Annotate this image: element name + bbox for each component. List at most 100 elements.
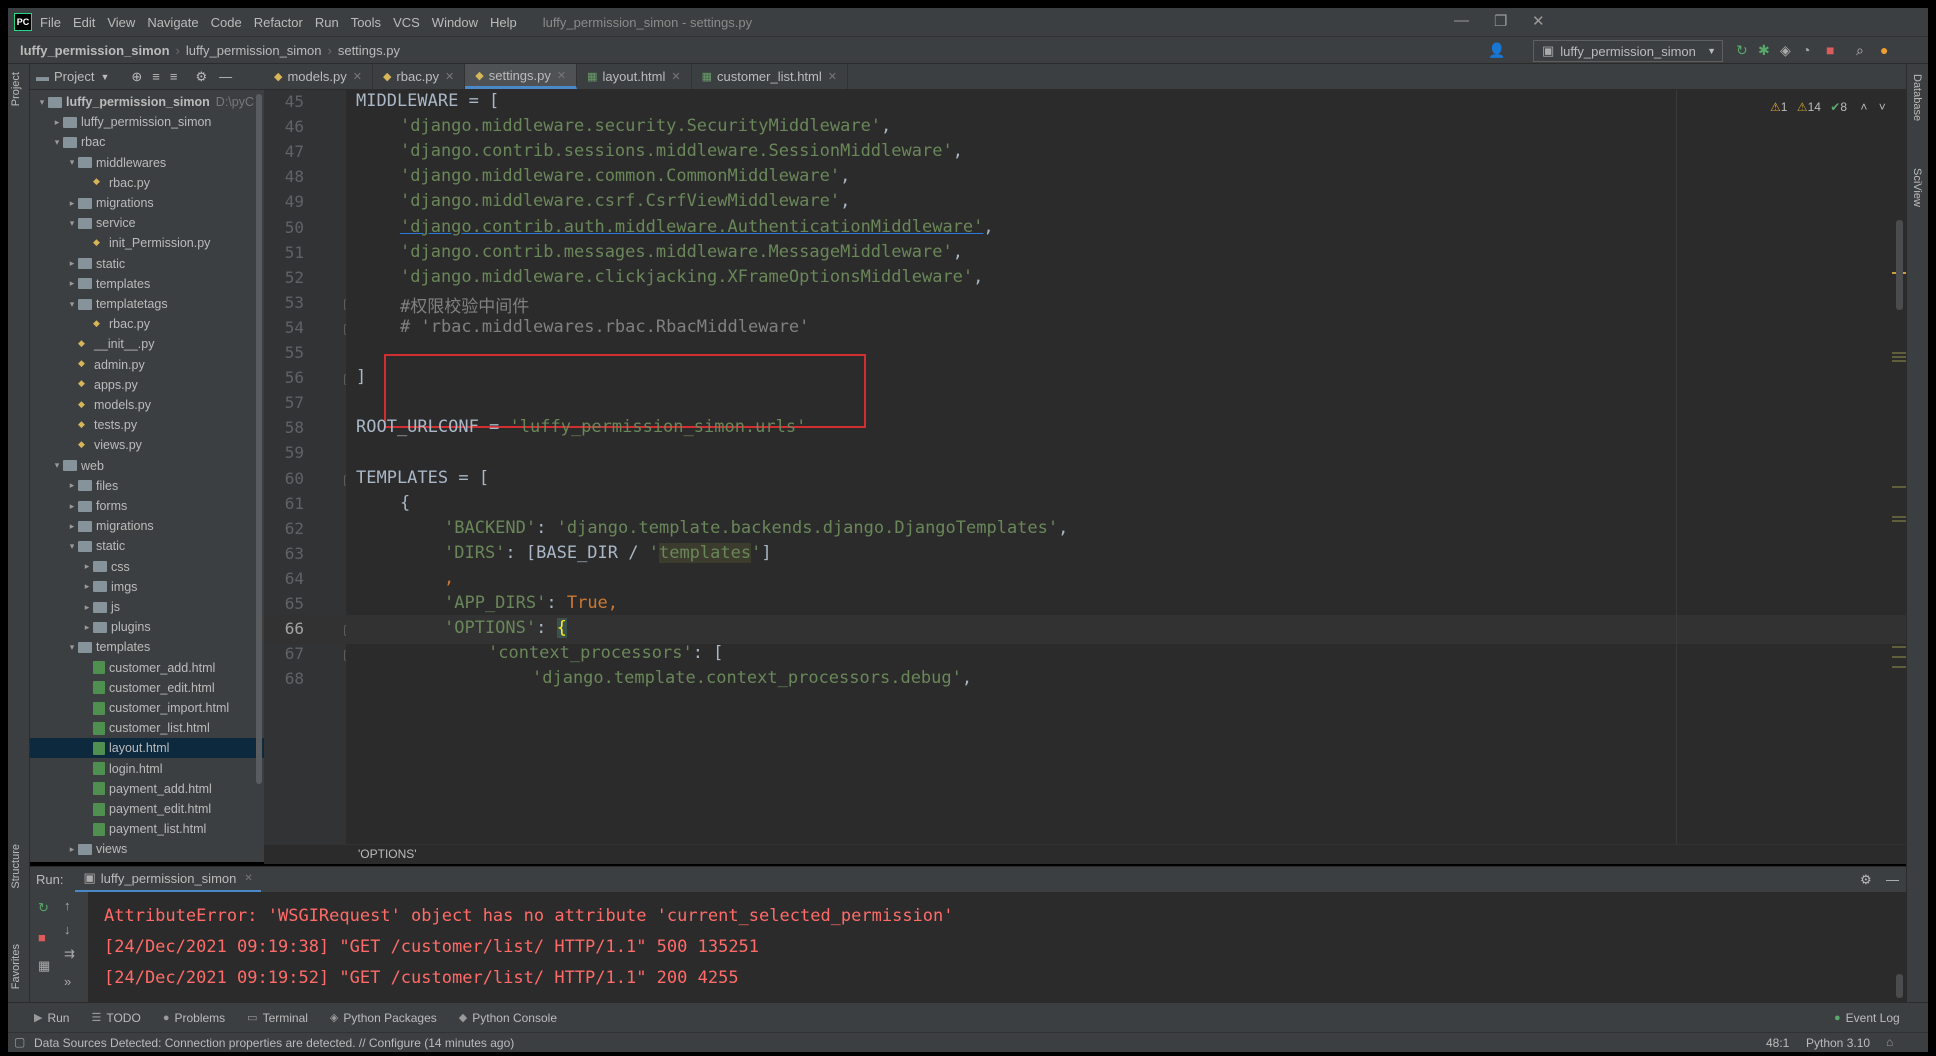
status-message[interactable]: Data Sources Detected: Connection proper… — [34, 1036, 514, 1050]
editor-scrollbar[interactable] — [1896, 220, 1903, 310]
close-icon[interactable]: ✕ — [353, 70, 362, 83]
chevron-right-icon[interactable]: ▸ — [81, 561, 93, 572]
rerun-icon[interactable]: ↻ — [1736, 42, 1748, 59]
run-config-select[interactable]: ▣ luffy_permission_simon ▼ — [1533, 40, 1723, 62]
arrow-down-icon[interactable]: ↓ — [64, 922, 71, 937]
tree-item[interactable]: ◆ tests.py — [30, 415, 264, 435]
menu-window[interactable]: Window — [432, 15, 478, 30]
tree-item[interactable]: ▸ templates — [30, 274, 264, 294]
collapse-all-icon[interactable]: ≡ — [170, 69, 178, 84]
tree-item[interactable]: ▸ js — [30, 597, 264, 617]
close-icon[interactable]: ✕ — [557, 69, 566, 82]
structure-tool-tab[interactable]: Structure — [10, 844, 22, 889]
chevron-down-icon[interactable]: ▾ — [36, 97, 48, 108]
chevron-right-icon[interactable]: ▸ — [81, 622, 93, 633]
database-tool-tab[interactable]: Database — [1911, 74, 1923, 121]
chevron-down-icon[interactable]: ▾ — [66, 157, 78, 168]
menu-code[interactable]: Code — [211, 15, 242, 30]
layout-icon[interactable]: ▢ — [14, 1035, 25, 1049]
tree-item[interactable]: payment_add.html — [30, 779, 264, 799]
tree-item[interactable]: ◆__init__.py — [30, 860, 264, 862]
tree-item[interactable]: customer_add.html — [30, 658, 264, 678]
chevron-right-icon[interactable]: ▸ — [66, 521, 78, 532]
event-log-tool-tab[interactable]: ● Event Log — [1834, 1011, 1900, 1025]
error-stripe-mark[interactable] — [1892, 666, 1906, 668]
soft-wrap-icon[interactable]: ⇉ — [64, 946, 75, 962]
menu-help[interactable]: Help — [490, 15, 517, 30]
close-icon[interactable]: ✕ — [445, 70, 454, 83]
todo-tool-tab[interactable]: ☰ TODO — [91, 1011, 140, 1025]
terminal-tool-tab[interactable]: ▭ Terminal — [247, 1011, 308, 1025]
menu-view[interactable]: View — [107, 15, 135, 30]
tree-item[interactable]: ◆ apps.py — [30, 375, 264, 395]
debug-icon[interactable]: ✱ — [1758, 42, 1770, 59]
tree-item[interactable]: ◆ models.py — [30, 395, 264, 415]
chevron-right-icon[interactable]: ▸ — [81, 602, 93, 613]
chevron-right-icon[interactable]: ▸ — [66, 198, 78, 209]
tree-item[interactable]: ▸ forms — [30, 496, 264, 516]
chevron-down-icon[interactable]: ▾ — [66, 218, 78, 229]
tab-layout-html[interactable]: ▦ layout.html ✕ — [577, 64, 692, 89]
run-console[interactable]: AttributeError: 'WSGIRequest' object has… — [88, 892, 1906, 1002]
profile-icon[interactable]: ◔ — [1802, 42, 1810, 58]
coverage-icon[interactable]: ◈ — [1780, 42, 1791, 59]
tree-item[interactable]: ▾ static — [30, 536, 264, 556]
run-tab[interactable]: ▣ luffy_permission_simon ✕ — [75, 867, 261, 893]
tab-customer_list-html[interactable]: ▦ customer_list.html ✕ — [692, 64, 848, 89]
editor-breadcrumb[interactable]: 'OPTIONS' — [264, 844, 1906, 864]
tree-item[interactable]: ▸ static — [30, 254, 264, 274]
interpreter-status[interactable]: Python 3.10 — [1806, 1036, 1870, 1050]
close-icon[interactable]: ✕ — [828, 70, 837, 83]
tree-item[interactable]: ◆ rbac.py — [30, 314, 264, 334]
chevron-right-icon[interactable]: ▸ — [81, 581, 93, 592]
expand-all-icon[interactable]: ≡ — [152, 69, 160, 84]
close-icon[interactable]: ✕ — [671, 70, 680, 83]
run-tool-tab[interactable]: ▶ Run — [34, 1011, 69, 1025]
chevron-right-icon[interactable]: ▸ — [66, 844, 78, 855]
chevron-down-icon[interactable]: ▼ — [100, 72, 109, 82]
tree-item[interactable]: ▸ views — [30, 839, 264, 859]
menu-run[interactable]: Run — [315, 15, 339, 30]
console-scrollbar[interactable] — [1896, 974, 1903, 998]
chevron-down-icon[interactable]: ▾ — [51, 137, 63, 148]
tree-item[interactable]: ▸ luffy_permission_simon — [30, 112, 264, 132]
chevron-right-icon[interactable]: ▸ — [66, 278, 78, 289]
minimize-icon[interactable]: — — [1454, 12, 1469, 29]
python-console-tool-tab[interactable]: ◆ Python Console — [459, 1011, 557, 1025]
menu-refactor[interactable]: Refactor — [254, 15, 303, 30]
chevron-down-icon[interactable]: ▾ — [66, 299, 78, 310]
tree-item[interactable]: ◆__init__.py — [30, 334, 264, 354]
tree-item[interactable]: ▾ luffy_permission_simon D:\pyC — [30, 92, 264, 112]
tab-models-py[interactable]: ◆ models.py ✕ — [264, 64, 373, 89]
stop-icon[interactable]: ■ — [38, 930, 46, 945]
project-tool-tab[interactable]: Project — [10, 72, 22, 106]
tree-item[interactable]: customer_import.html — [30, 698, 264, 718]
chevron-down-icon[interactable]: ▾ — [66, 642, 78, 653]
menu-navigate[interactable]: Navigate — [147, 15, 198, 30]
problems-tool-tab[interactable]: ● Problems — [163, 1011, 225, 1025]
error-stripe-mark[interactable] — [1892, 516, 1906, 518]
tab-rbac-py[interactable]: ◆ rbac.py ✕ — [373, 64, 466, 89]
close-icon[interactable]: ✕ — [244, 873, 252, 884]
arrow-up-icon[interactable]: ↑ — [64, 898, 71, 913]
chevron-up-icon[interactable]: ˄ — [1860, 100, 1867, 114]
menu-file[interactable]: File — [40, 15, 61, 30]
error-stripe-mark[interactable] — [1892, 656, 1906, 658]
tree-item[interactable]: login.html — [30, 759, 264, 779]
user-icon[interactable]: 👤 — [1488, 42, 1505, 59]
project-scrollbar[interactable] — [256, 94, 262, 784]
python-packages-tool-tab[interactable]: ◈ Python Packages — [330, 1011, 437, 1025]
tree-item[interactable]: ▸ plugins — [30, 617, 264, 637]
rerun-icon[interactable]: ↻ — [38, 900, 49, 916]
error-stripe-mark[interactable] — [1892, 646, 1906, 648]
tree-item[interactable]: ▸ imgs — [30, 577, 264, 597]
chevron-down-icon[interactable]: ˅ — [1879, 100, 1886, 114]
tree-item[interactable]: layout.html — [30, 738, 264, 759]
error-stripe-mark[interactable] — [1892, 356, 1906, 358]
error-stripe-mark[interactable] — [1892, 360, 1906, 362]
tab-settings-py[interactable]: ◆ settings.py ✕ — [465, 64, 578, 89]
tree-item[interactable]: ◆ init_Permission.py — [30, 233, 264, 253]
breadcrumb-package[interactable]: luffy_permission_simon — [186, 43, 322, 58]
tree-item[interactable]: payment_list.html — [30, 819, 264, 839]
chevron-right-icon[interactable]: ▸ — [66, 258, 78, 269]
